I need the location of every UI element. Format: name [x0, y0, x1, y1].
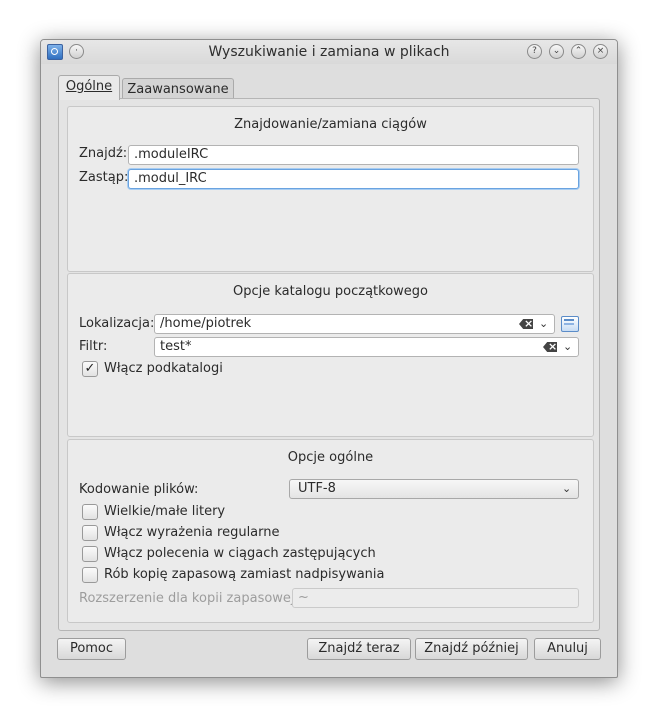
find-now-button[interactable]: Znajdź teraz [307, 638, 411, 660]
case-sensitive-label[interactable]: Wielkie/małe litery [104, 504, 225, 519]
find-now-button-label: Znajdź teraz [318, 641, 400, 656]
encoding-chevron-down-icon[interactable]: ⌄ [562, 480, 571, 498]
clear-location-icon[interactable] [519, 319, 533, 329]
close-icon[interactable]: × [593, 44, 608, 59]
backup-checkbox[interactable] [82, 567, 98, 583]
encoding-select[interactable]: UTF-8 ⌄ [289, 479, 579, 499]
group-start-directory: Opcje katalogu początkowego Lokalizacja:… [67, 273, 594, 437]
location-label: Lokalizacja: [79, 316, 155, 331]
commands-checkbox[interactable] [82, 546, 98, 562]
tab-advanced-label: Zaawansowane [127, 82, 229, 97]
browse-folder-icon[interactable] [561, 316, 579, 332]
encoding-label: Kodowanie plików: [79, 482, 199, 497]
location-value: /home/piotrek [160, 316, 252, 331]
help-icon[interactable]: ? [527, 44, 542, 59]
tab-general-label: Ogólne [65, 79, 113, 94]
replace-input-value: .modul_IRC [134, 171, 207, 186]
clear-filter-icon[interactable] [543, 342, 557, 352]
filter-combo[interactable]: test* ⌄ [154, 337, 579, 357]
group-general-options: Opcje ogólne Kodowanie plików: UTF-8 ⌄ W… [67, 439, 594, 623]
regex-checkbox[interactable] [82, 525, 98, 541]
location-combo[interactable]: /home/piotrek ⌄ [154, 314, 555, 334]
subdirs-label[interactable]: Włącz podkatalogi [104, 361, 223, 376]
encoding-value: UTF-8 [298, 481, 336, 496]
case-sensitive-checkbox[interactable] [82, 504, 98, 520]
group-find-replace: Znajdowanie/zamiana ciągów Znajdź: .modu… [67, 106, 594, 272]
filter-value: test* [160, 339, 192, 354]
help-button-label: Pomoc [69, 641, 114, 656]
backup-label[interactable]: Rób kopię zapasową zamiast nadpisywania [104, 567, 385, 582]
backup-ext-input: ~ [292, 588, 579, 608]
replace-label: Zastąp: [79, 170, 129, 185]
backup-ext-label: Rozszerzenie dla kopii zapasowej: [79, 591, 299, 606]
commands-label[interactable]: Włącz polecenia w ciągach zastępujących [104, 546, 376, 561]
tab-pane-general: Znajdowanie/zamiana ciągów Znajdź: .modu… [58, 98, 600, 631]
help-button[interactable]: Pomoc [57, 638, 126, 660]
location-chevron-down-icon[interactable]: ⌄ [539, 315, 548, 333]
shade-icon[interactable]: ⌄ [549, 44, 564, 59]
find-later-button-label: Znajdź później [424, 641, 519, 656]
cancel-button[interactable]: Anuluj [534, 638, 601, 660]
filter-chevron-down-icon[interactable]: ⌄ [563, 338, 572, 356]
find-later-button[interactable]: Znajdź później [415, 638, 528, 660]
subdirs-checkbox[interactable]: ✓ [82, 361, 98, 377]
replace-input[interactable]: .modul_IRC [128, 169, 579, 189]
group-general-options-title: Opcje ogólne [287, 450, 374, 465]
dialog-window: · Wyszukiwanie i zamiana w plikach ? ⌄ ⌃… [40, 39, 618, 678]
filter-label: Filtr: [79, 339, 108, 354]
find-input[interactable]: .moduleIRC [128, 145, 579, 165]
find-input-value: .moduleIRC [134, 147, 209, 162]
cancel-button-label: Anuluj [547, 641, 588, 656]
title-bar[interactable]: · Wyszukiwanie i zamiana w plikach ? ⌄ ⌃… [41, 40, 617, 64]
check-mark-icon: ✓ [84, 361, 96, 376]
group-start-directory-title: Opcje katalogu początkowego [233, 284, 428, 299]
regex-label[interactable]: Włącz wyrażenia regularne [104, 525, 280, 540]
maximize-icon[interactable]: ⌃ [571, 44, 586, 59]
backup-ext-value: ~ [298, 590, 309, 605]
find-label: Znajdź: [79, 146, 128, 161]
group-find-replace-title: Znajdowanie/zamiana ciągów [234, 117, 427, 132]
tab-general[interactable]: Ogólne [58, 75, 120, 100]
